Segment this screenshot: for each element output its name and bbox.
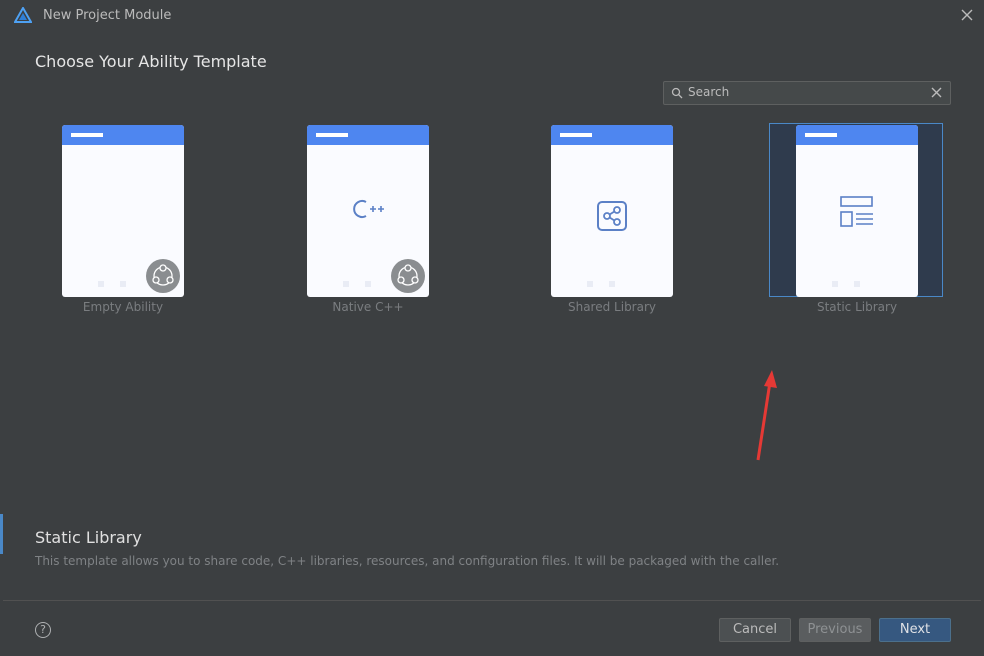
card-header-line xyxy=(71,133,103,137)
description-text: This template allows you to share code, … xyxy=(35,554,780,568)
template-label-static-library: Static Library xyxy=(816,300,898,314)
card-placeholder-dots xyxy=(587,281,615,287)
app-logo-icon xyxy=(14,7,32,23)
cancel-button[interactable]: Cancel xyxy=(719,618,791,642)
search-placeholder: Search xyxy=(688,85,730,99)
template-label-empty-ability: Empty Ability xyxy=(82,300,164,314)
close-icon[interactable] xyxy=(960,8,974,22)
description-title: Static Library xyxy=(35,528,142,547)
template-panel: Choose Your Ability Template Search Empt… xyxy=(3,32,981,600)
previous-button[interactable]: Previous xyxy=(799,618,871,642)
help-icon[interactable]: ? xyxy=(35,622,51,638)
dialog-footer: ? Cancel Previous Next xyxy=(3,601,981,656)
annotation-arrow-icon xyxy=(756,370,777,461)
card-placeholder-dots xyxy=(343,281,371,287)
card-header-line xyxy=(560,133,592,137)
template-label-shared-library: Shared Library xyxy=(567,300,657,314)
next-button[interactable]: Next xyxy=(879,618,951,642)
layout-list-icon xyxy=(840,196,873,227)
card-header-bar xyxy=(796,125,918,145)
title-bar: New Project Module xyxy=(0,0,984,32)
ability-badge-icon xyxy=(146,259,180,293)
template-card-native-cpp[interactable] xyxy=(307,125,429,297)
card-header-line xyxy=(316,133,348,137)
template-label-native-cpp: Native C++ xyxy=(332,300,404,314)
card-header-bar xyxy=(62,125,184,145)
ability-badge-icon xyxy=(391,259,425,293)
share-icon xyxy=(597,201,627,231)
card-placeholder-dots xyxy=(832,281,860,287)
card-placeholder-dots xyxy=(98,281,126,287)
search-icon xyxy=(671,87,683,99)
window-title: New Project Module xyxy=(43,8,172,23)
template-card-static-library[interactable] xyxy=(796,125,918,297)
card-header-bar xyxy=(551,125,673,145)
card-header-line xyxy=(805,133,837,137)
cpp-icon xyxy=(353,200,384,218)
search-input[interactable]: Search xyxy=(663,81,951,105)
template-card-shared-library[interactable] xyxy=(551,125,673,297)
card-header-bar xyxy=(307,125,429,145)
template-card-empty-ability[interactable] xyxy=(62,125,184,297)
page-title: Choose Your Ability Template xyxy=(35,52,267,71)
clear-icon[interactable] xyxy=(931,87,942,98)
